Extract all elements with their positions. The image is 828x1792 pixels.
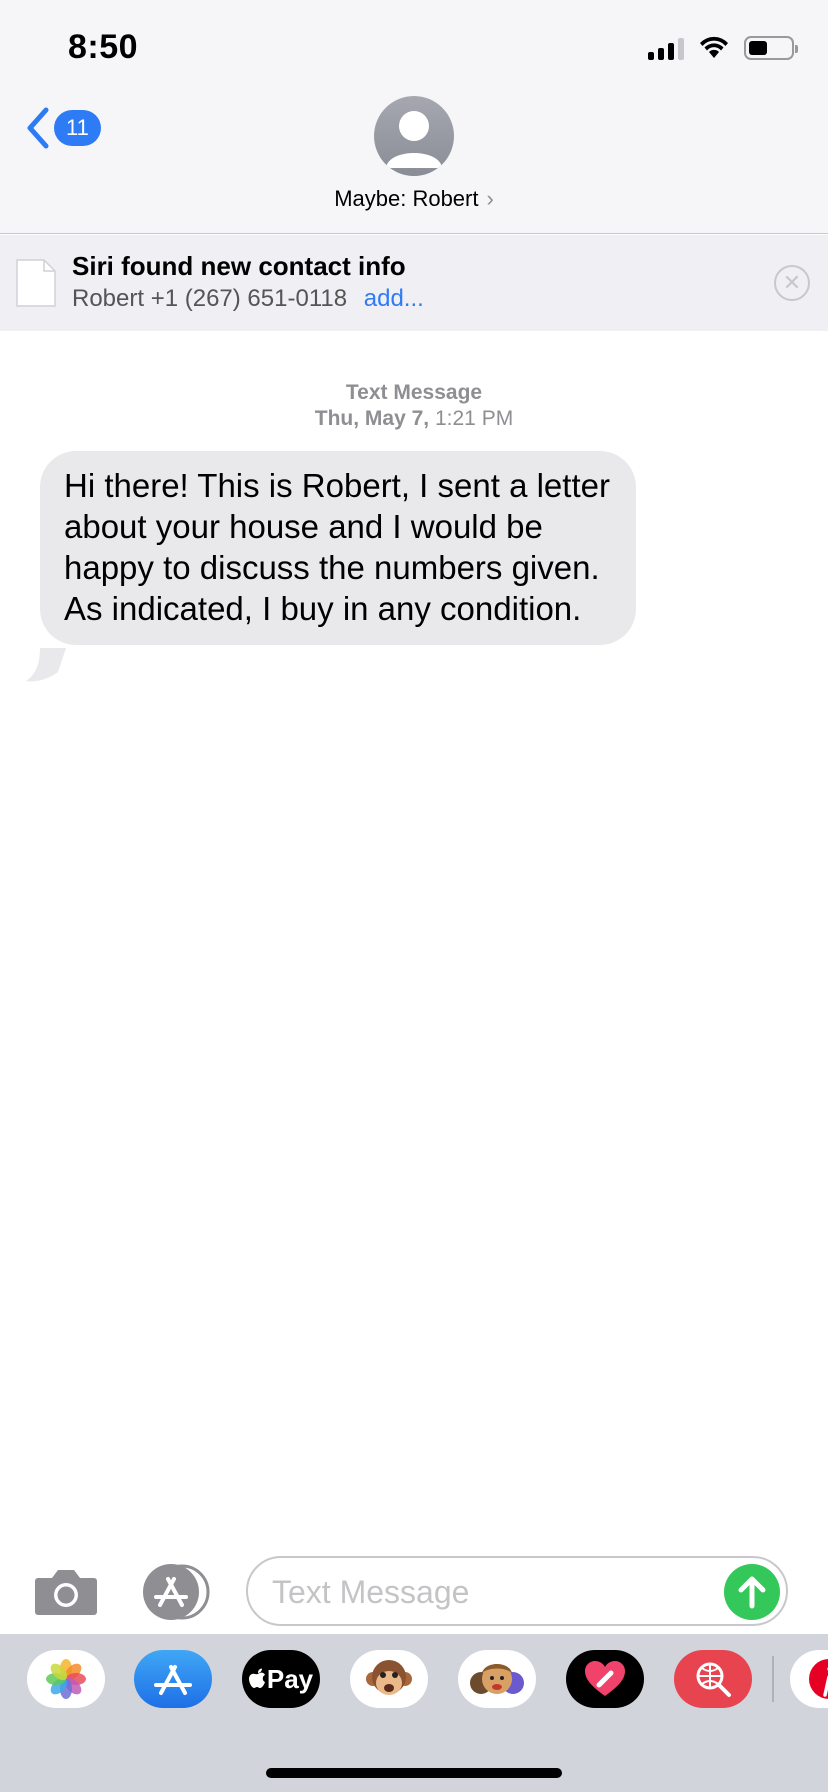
message-timestamp: Text Message Thu, May 7, 1:21 PM <box>0 380 828 432</box>
chevron-left-icon <box>27 107 49 149</box>
siri-suggestion-banner: Siri found new contact info Robert +1 (2… <box>0 235 828 331</box>
contact-name: Maybe: Robert <box>334 186 479 211</box>
message-composer <box>0 1548 828 1634</box>
siri-banner-title: Siri found new contact info <box>72 251 406 281</box>
dismiss-banner-button[interactable]: ✕ <box>774 265 810 301</box>
document-icon <box>16 259 56 307</box>
status-time: 8:50 <box>68 28 139 66</box>
wifi-icon <box>700 36 728 58</box>
app-store-icon <box>143 1564 210 1620</box>
service-label: Text Message <box>345 381 483 404</box>
conversation-header: 8:50 11 Maybe: Robert › <box>0 0 828 234</box>
images-search-button[interactable] <box>674 1650 752 1708</box>
add-contact-link[interactable]: add... <box>364 285 424 312</box>
globe-search-icon <box>696 1662 731 1697</box>
unread-count-badge: 11 <box>54 110 101 146</box>
app-drawer: Pay <box>0 1634 828 1792</box>
app-store-button[interactable] <box>134 1650 212 1708</box>
digital-touch-button[interactable] <box>566 1650 644 1708</box>
animoji-button[interactable] <box>350 1650 428 1708</box>
person-icon <box>386 111 442 168</box>
battery-icon <box>744 36 798 60</box>
status-icons <box>648 36 798 60</box>
heart-icon <box>585 1661 625 1696</box>
pinterest-button[interactable] <box>790 1650 828 1708</box>
message-date: Thu, May 7, <box>314 407 430 430</box>
message-input-field[interactable] <box>246 1556 788 1626</box>
message-time: 1:21 PM <box>434 407 514 430</box>
monkey-icon <box>366 1660 412 1695</box>
apps-button[interactable] <box>140 1564 212 1620</box>
message-input[interactable] <box>272 1570 712 1614</box>
siri-banner-details-row: Robert +1 (267) 651-0118 add... <box>72 285 424 313</box>
memoji-icon <box>470 1664 524 1694</box>
siri-banner-details: Robert +1 (267) 651-0118 <box>72 285 348 312</box>
pinterest-icon <box>809 1659 828 1699</box>
apple-logo-icon <box>248 1668 265 1688</box>
contact-avatar[interactable] <box>374 96 454 176</box>
photos-app-button[interactable] <box>27 1650 105 1708</box>
close-icon: ✕ <box>782 270 802 295</box>
apple-pay-button[interactable]: Pay <box>242 1650 320 1708</box>
incoming-message-bubble[interactable]: Hi there! This is Robert, I sent a lette… <box>40 451 636 645</box>
photos-icon <box>46 1659 86 1699</box>
camera-icon <box>35 1570 97 1615</box>
drawer-divider <box>772 1656 774 1702</box>
app-store-icon <box>154 1665 192 1695</box>
arrow-up-icon <box>738 1576 766 1609</box>
back-button[interactable]: 11 <box>24 106 101 150</box>
bubble-tail <box>26 648 66 682</box>
home-indicator <box>266 1768 562 1778</box>
cellular-signal-icon <box>648 36 684 60</box>
send-button[interactable] <box>724 1564 780 1620</box>
memoji-stickers-button[interactable] <box>458 1650 536 1708</box>
camera-button[interactable] <box>34 1566 98 1616</box>
chevron-right-icon: › <box>486 186 494 211</box>
apple-pay-label: Pay <box>266 1663 314 1694</box>
contact-name-button[interactable]: Maybe: Robert › <box>0 186 828 212</box>
